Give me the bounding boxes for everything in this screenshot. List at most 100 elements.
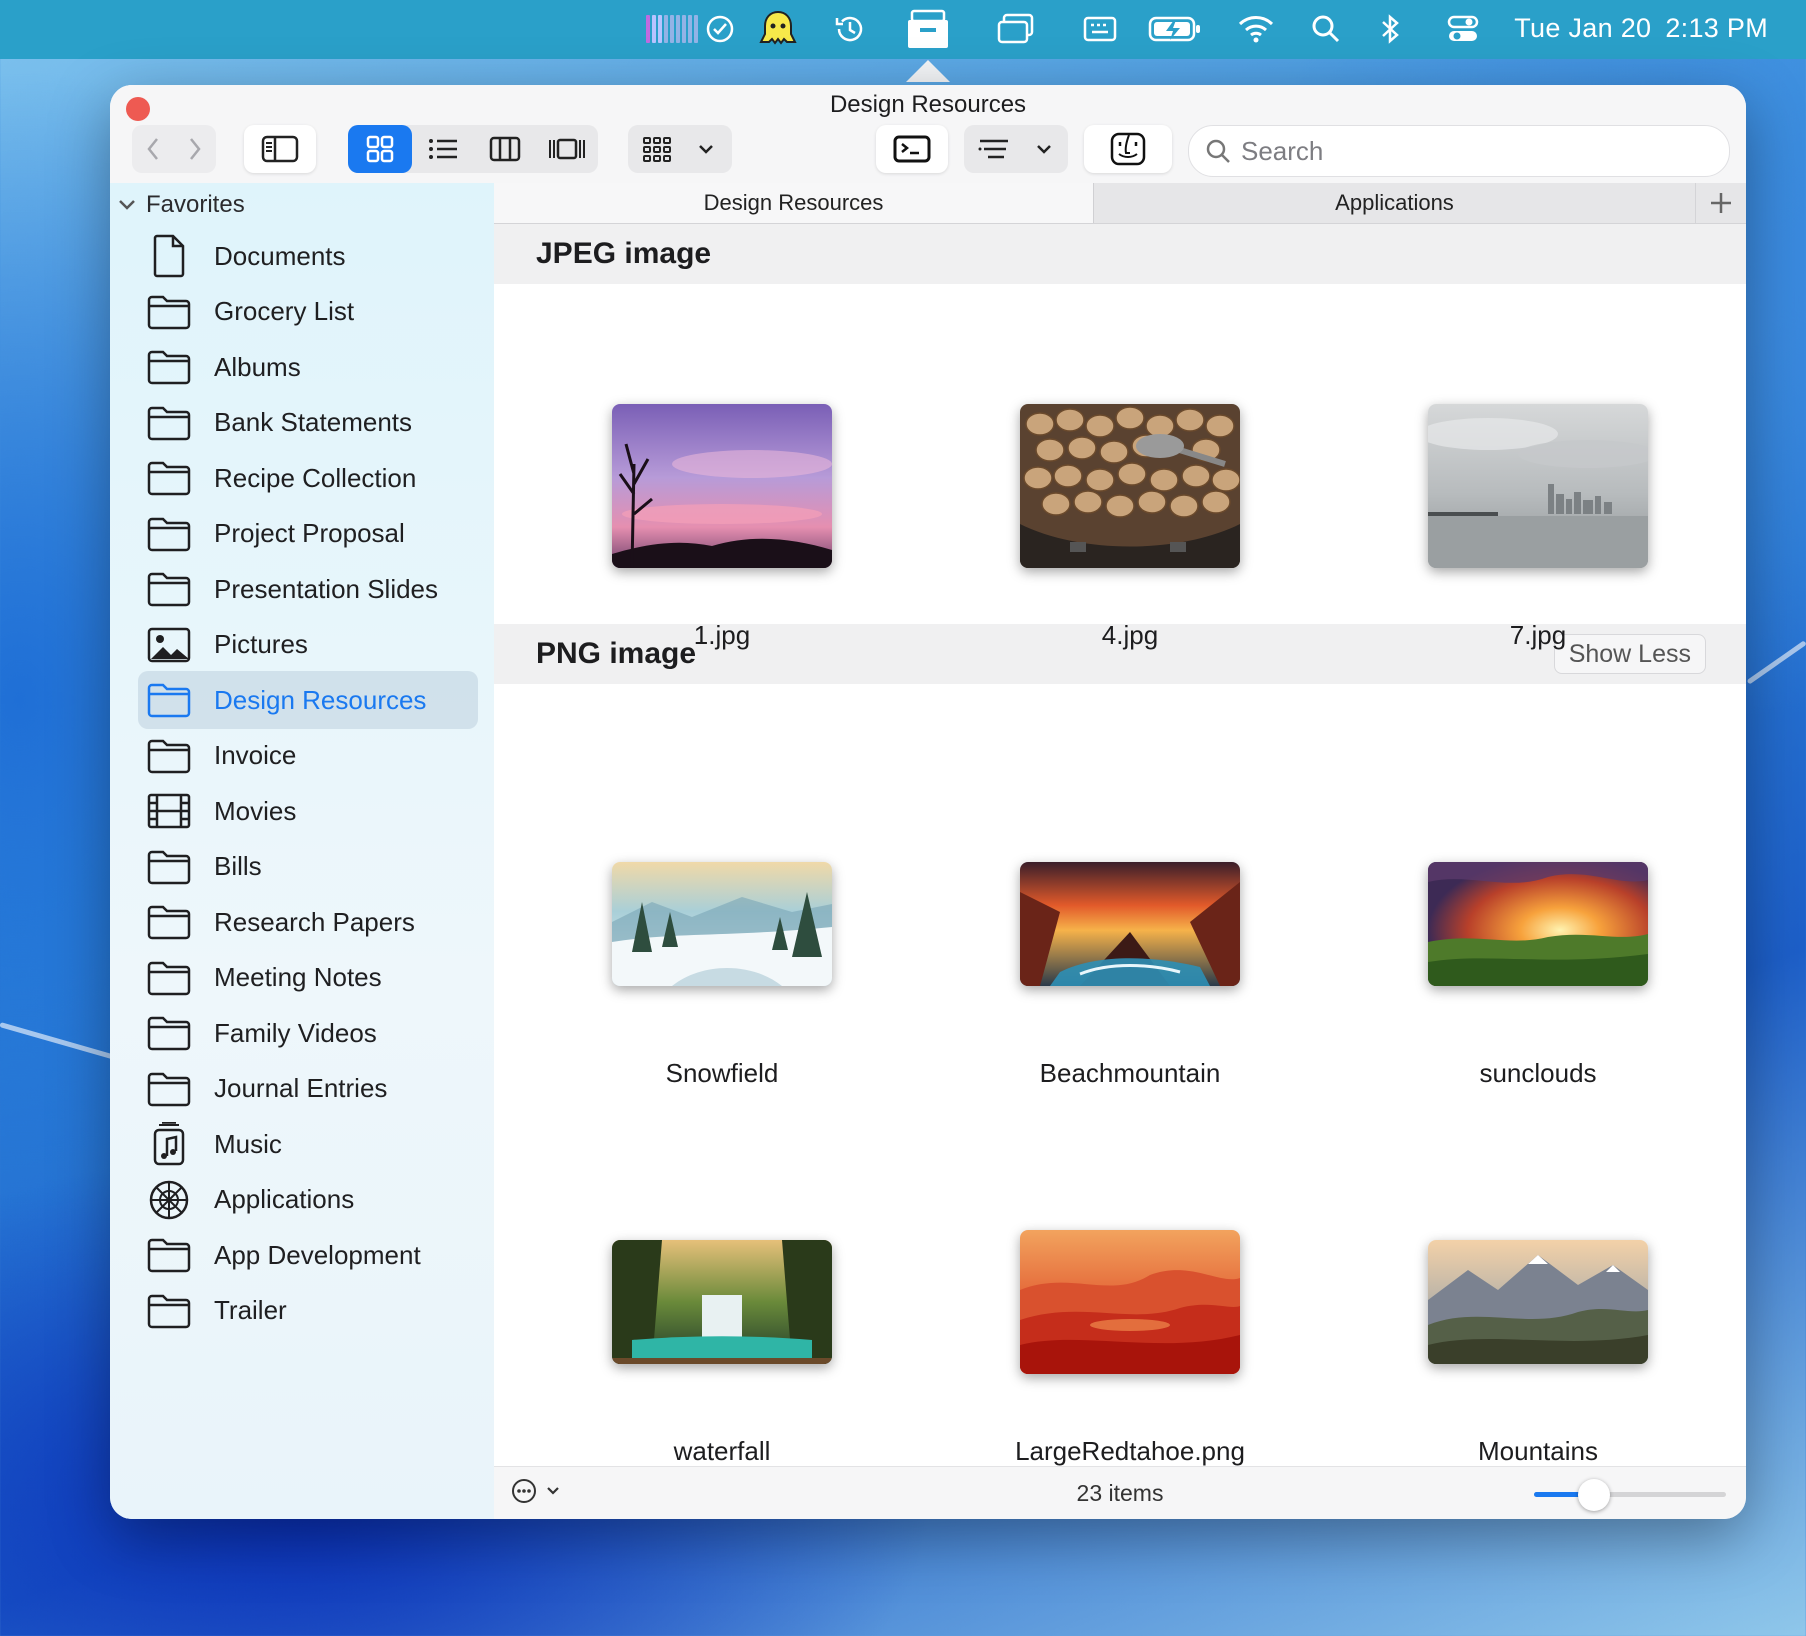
sidebar: Favorites Documents Grocery List Albums Ban… [110, 183, 494, 1519]
keyboard-icon[interactable] [1082, 10, 1118, 48]
terminal-button[interactable] [876, 125, 948, 173]
tab-label: Design Resources [703, 190, 884, 215]
sort-lines-icon [964, 125, 1024, 173]
slider-fill [1534, 1492, 1582, 1497]
sidebar-item-label: Albums [214, 351, 301, 382]
icon-size-slider[interactable] [1534, 1479, 1726, 1511]
favorites-section-header[interactable]: Favorites [118, 191, 245, 219]
sidebar-item-albums[interactable]: Albums [138, 338, 478, 396]
sidebar-item-music[interactable]: Music [138, 1115, 478, 1173]
sidebar-item-applications[interactable]: Applications [138, 1171, 478, 1229]
folder-icon [144, 509, 194, 559]
sidebar-item-bank-statements[interactable]: Bank Statements [138, 394, 478, 452]
menu-bar-time: 2:13 PM [1665, 13, 1768, 43]
sidebar-toggle-icon [244, 125, 316, 173]
column-view-button[interactable] [474, 125, 536, 173]
file-thumbnail-4jpg[interactable] [1020, 404, 1240, 568]
wifi-icon[interactable] [1236, 10, 1276, 48]
time-machine-icon[interactable] [832, 10, 868, 48]
folder-icon [144, 453, 194, 503]
sidebar-item-presentation-slides[interactable]: Presentation Slides [138, 560, 478, 618]
sidebar-item-invoice[interactable]: Invoice [138, 727, 478, 785]
tab-bar: Design Resources Applications [494, 183, 1746, 224]
film-icon [144, 786, 194, 836]
sidebar-item-label: App Development [214, 1239, 421, 1270]
forward-button[interactable] [174, 125, 216, 173]
sort-by-button[interactable] [964, 125, 1068, 173]
view-mode-group [348, 125, 598, 173]
file-thumbnail-mountains[interactable] [1428, 1240, 1648, 1364]
finder-button[interactable] [1084, 125, 1172, 173]
sidebar-item-label: Grocery List [214, 296, 355, 326]
sidebar-item-pictures[interactable]: Pictures [138, 616, 478, 674]
sidebar-item-family-videos[interactable]: Family Videos [138, 1004, 478, 1062]
file-thumbnail-waterfall[interactable] [612, 1240, 832, 1364]
favorites-label: Favorites [146, 191, 245, 218]
folder-icon [144, 897, 194, 947]
tab-design-resources[interactable]: Design Resources [494, 183, 1094, 223]
menu-bar-date: Tue Jan 20 [1514, 13, 1652, 43]
file-thumbnail-beachmountain[interactable] [1020, 862, 1240, 986]
sidebar-item-journal-entries[interactable]: Journal Entries [138, 1060, 478, 1118]
file-thumbnail-sunclouds[interactable] [1428, 862, 1648, 986]
finder-window: Design Resources Search Favorites Docume… [110, 85, 1746, 1519]
finder-drawer-icon[interactable] [904, 9, 952, 48]
file-name: sunclouds [1479, 1058, 1597, 1088]
sidebar-item-label: Presentation Slides [214, 573, 439, 604]
sidebar-item-design-resources[interactable]: Design Resources [138, 671, 478, 729]
folder-icon [144, 1286, 194, 1336]
battery-charging-icon[interactable] [1148, 10, 1202, 48]
sidebar-item-meeting-notes[interactable]: Meeting Notes [138, 949, 478, 1007]
search-field[interactable]: Search [1188, 125, 1730, 177]
slider-knob[interactable] [1578, 1479, 1610, 1511]
navigation-buttons [132, 125, 216, 173]
file-thumbnail-largeredtahoe[interactable] [1020, 1230, 1240, 1374]
sidebar-item-research-papers[interactable]: Research Papers [138, 893, 478, 951]
folder-icon [144, 342, 194, 392]
folder-icon [144, 1064, 194, 1114]
file-thumbnail-1jpg[interactable] [612, 404, 832, 568]
list-view-button[interactable] [412, 125, 474, 173]
sidebar-item-movies[interactable]: Movies [138, 782, 478, 840]
sidebar-toggle-button[interactable] [244, 125, 316, 173]
bluetooth-icon[interactable] [1378, 10, 1402, 48]
sidebar-item-app-development[interactable]: App Development [138, 1226, 478, 1284]
sidebar-item-label: Pictures [214, 629, 308, 659]
photo-icon [144, 620, 194, 670]
sidebar-item-label: Movies [214, 795, 297, 826]
menu-bar: Tue Jan 20 2:13 PM [0, 0, 1806, 59]
terminal-icon [876, 125, 948, 173]
sidebar-item-documents[interactable]: Documents [138, 227, 478, 285]
chevron-down-icon [686, 125, 726, 173]
sidebar-item-recipe-collection[interactable]: Recipe Collection [138, 449, 478, 507]
menu-bar-clock[interactable]: Tue Jan 20 2:13 PM [1514, 13, 1768, 44]
sidebar-item-label: Trailer [214, 1295, 287, 1325]
sidebar-item-bills[interactable]: Bills [138, 838, 478, 896]
back-button[interactable] [132, 125, 174, 173]
group-grid-icon [628, 125, 686, 173]
group-by-button[interactable] [628, 125, 732, 173]
sidebar-item-project-proposal[interactable]: Project Proposal [138, 505, 478, 563]
ghost-app-icon[interactable] [758, 10, 798, 48]
file-name: Mountains [1478, 1436, 1598, 1466]
tab-applications[interactable]: Applications [1094, 183, 1695, 223]
control-center-icon[interactable] [1446, 10, 1480, 48]
check-circle-icon[interactable] [704, 10, 736, 48]
grid-icon [366, 135, 394, 163]
spotlight-search-icon[interactable] [1310, 10, 1342, 48]
new-tab-button[interactable] [1695, 183, 1746, 223]
sidebar-item-grocery-list[interactable]: Grocery List [138, 283, 478, 341]
sidebar-item-trailer[interactable]: Trailer [138, 1282, 478, 1340]
folder-icon [144, 675, 194, 725]
folder-icon [144, 564, 194, 614]
plus-icon [1711, 193, 1731, 213]
file-thumbnail-snowfield[interactable] [612, 862, 832, 986]
menu-bar-popover-caret [906, 60, 950, 82]
file-thumbnail-7jpg[interactable] [1428, 404, 1648, 568]
chevron-right-icon [190, 138, 201, 160]
gallery-view-button[interactable] [536, 125, 598, 173]
icon-view-button[interactable] [348, 125, 412, 173]
folder-icon [144, 842, 194, 892]
activity-bars-icon[interactable] [644, 10, 700, 48]
window-stack-icon[interactable] [996, 10, 1036, 48]
